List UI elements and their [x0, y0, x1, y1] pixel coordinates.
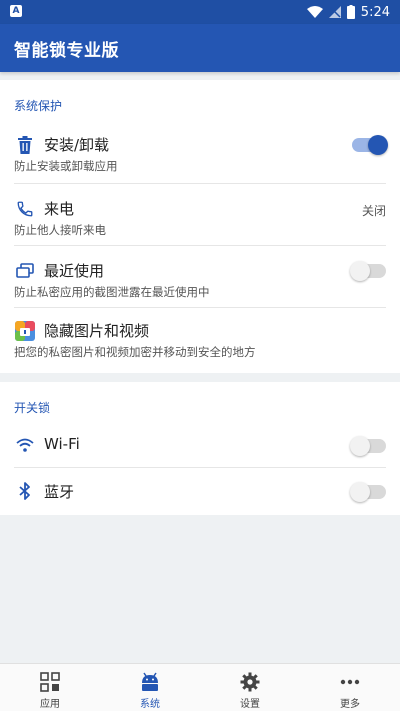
nav-item-more[interactable]: 更多	[300, 664, 400, 711]
setting-row-install-uninstall[interactable]: 安装/卸载 防止安装或卸载应用	[0, 122, 400, 184]
cell-signal-icon	[328, 6, 341, 18]
section-title-system-protection: 系统保护	[14, 99, 63, 113]
nav-label: 应用	[40, 699, 60, 710]
setting-row-wifi[interactable]: Wi-Fi	[0, 422, 400, 468]
bottom-navigation: 应用 系统 设置 更多	[0, 663, 400, 711]
status-icons: 5:24	[306, 3, 390, 21]
battery-icon	[346, 5, 355, 19]
setting-title: 安装/卸载	[44, 136, 110, 154]
bluetooth-icon	[14, 480, 36, 502]
status-time: 5:24	[360, 4, 390, 20]
trash-icon	[14, 134, 36, 156]
setting-row-recent-apps[interactable]: 最近使用 防止私密应用的截图泄露在最近使用中	[0, 246, 400, 308]
notification-icon: A	[10, 5, 22, 17]
nav-label: 更多	[340, 699, 360, 710]
nav-label: 设置	[240, 699, 260, 710]
setting-subtitle: 防止他人接听来电	[14, 223, 106, 237]
system-protection-card: 系统保护 安装/卸载 防止安装或卸载应用 来电 防止他人接听来电 关闭 最近使用…	[0, 80, 400, 373]
grid-icon	[39, 671, 61, 693]
switch-lock-card: 开关锁 Wi-Fi 蓝牙	[0, 382, 400, 515]
more-icon	[339, 671, 361, 693]
toggle-knob	[368, 135, 388, 155]
toggle-knob	[350, 436, 370, 456]
setting-title: 来电	[44, 200, 75, 218]
wifi-toggle[interactable]	[350, 436, 386, 456]
nav-label: 系统	[140, 699, 160, 710]
wifi-icon	[14, 434, 36, 456]
setting-row-hide-photos-videos[interactable]: 隐藏图片和视频 把您的私密图片和视频加密并移动到安全的地方	[0, 308, 400, 370]
setting-row-incoming-call[interactable]: 来电 防止他人接听来电 关闭	[0, 184, 400, 246]
section-title-switch-lock: 开关锁	[14, 401, 51, 415]
setting-row-bluetooth[interactable]: 蓝牙	[0, 468, 400, 514]
incoming-call-value: 关闭	[361, 204, 386, 218]
app-title: 智能锁专业版	[14, 41, 119, 61]
setting-subtitle: 防止安装或卸载应用	[14, 159, 118, 173]
setting-subtitle: 防止私密应用的截图泄露在最近使用中	[14, 285, 210, 299]
bluetooth-toggle[interactable]	[350, 482, 386, 502]
setting-subtitle: 把您的私密图片和视频加密并移动到安全的地方	[14, 345, 256, 359]
setting-title: Wi-Fi	[44, 435, 80, 453]
setting-title: 蓝牙	[44, 483, 75, 501]
recent-apps-icon	[14, 260, 36, 282]
android-icon	[139, 671, 161, 693]
install-uninstall-toggle[interactable]	[352, 135, 388, 155]
gallery-icon	[14, 320, 36, 342]
toggle-knob	[350, 482, 370, 502]
nav-item-apps[interactable]: 应用	[0, 664, 100, 711]
setting-title: 最近使用	[44, 262, 105, 280]
gear-icon	[239, 671, 261, 693]
status-bar: A 5:24	[0, 0, 400, 24]
toggle-knob	[350, 261, 370, 281]
recent-apps-toggle[interactable]	[350, 261, 386, 281]
nav-item-settings[interactable]: 设置	[200, 664, 300, 711]
wifi-signal-icon	[306, 6, 323, 18]
app-bar: 智能锁专业版	[0, 24, 400, 72]
nav-item-system[interactable]: 系统	[100, 664, 200, 711]
phone-icon	[14, 198, 36, 220]
setting-title: 隐藏图片和视频	[44, 322, 150, 340]
